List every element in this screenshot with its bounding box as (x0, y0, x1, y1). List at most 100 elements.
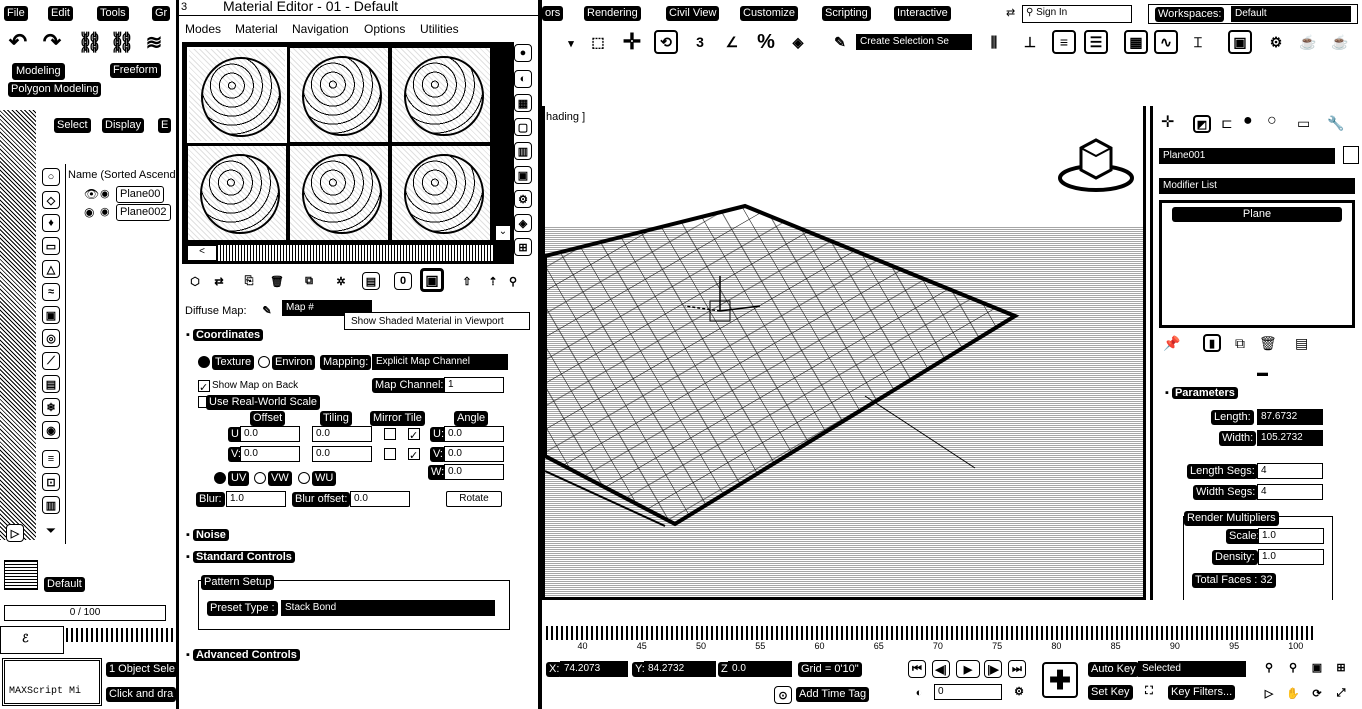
explorer-collapse-icon[interactable]: ▷ (6, 524, 24, 542)
menu-interactive[interactable]: Interactive (894, 6, 951, 21)
offset-v-spinner[interactable]: 0.0 (240, 446, 300, 462)
material-map-navigator-icon[interactable]: ⊞ (514, 238, 532, 256)
material-id-channel-icon[interactable]: 0 (394, 272, 412, 290)
zoom-extents-all-icon[interactable]: ⊞ (1332, 658, 1350, 676)
menu-rendering[interactable]: Rendering (584, 6, 641, 21)
filter-spacewarps-icon[interactable]: ≈ (42, 283, 60, 301)
create-tab-icon[interactable]: ✛ (1161, 115, 1174, 131)
filter-cameras-icon[interactable]: ▭ (42, 237, 60, 255)
filter-xrefs-icon[interactable]: ◎ (42, 329, 60, 347)
layer-explorer-icon[interactable]: ≡ (1052, 30, 1076, 54)
rotate-button[interactable]: Rotate (446, 491, 502, 507)
align-icon[interactable]: ⊥ (1018, 30, 1042, 54)
assign-to-selection-icon[interactable]: ⎘ (240, 272, 258, 290)
uv-radio[interactable] (214, 472, 226, 484)
timeline[interactable]: 40 45 50 55 60 65 70 75 80 85 90 95 100 (542, 626, 1320, 651)
toolbar-dropdown-icon[interactable]: ▾ (562, 34, 580, 52)
key-mode-icon[interactable]: ◐ (910, 684, 928, 702)
pick-material-eyedropper-icon[interactable]: ✎ (258, 301, 276, 319)
frame-slider-field[interactable]: 0 / 100 (4, 605, 166, 621)
put-to-library-icon[interactable]: ▤ (362, 272, 380, 290)
get-material-icon[interactable]: ⬡ (186, 272, 204, 290)
explorer-item-label[interactable]: Plane002 (116, 204, 171, 221)
menu-scripting[interactable]: Scripting (822, 6, 871, 21)
percent-snap-icon[interactable]: % (754, 30, 778, 54)
key-filters-button[interactable]: Key Filters... (1168, 685, 1236, 700)
rendered-frame-icon[interactable]: ☕ (1296, 30, 1320, 54)
layer-default-label[interactable]: Default (44, 577, 85, 592)
angle-v-spinner[interactable]: 0.0 (444, 446, 504, 462)
menu-edit[interactable]: Edit (48, 6, 73, 21)
vw-radio[interactable] (254, 472, 266, 484)
overflow-arrow-icon[interactable]: ⇄ (1006, 6, 1015, 20)
snap-3d-icon[interactable]: 3 (688, 30, 712, 54)
sample-uv-tiling-icon[interactable]: ▢ (514, 118, 532, 136)
display-tab-icon[interactable]: ○ (1267, 113, 1277, 129)
ribbon-toggle-icon[interactable]: ☰ (1084, 30, 1108, 54)
explorer-column-header[interactable]: Name (Sorted Ascend (68, 168, 176, 182)
edit-named-selection-icon[interactable]: ✎ (828, 30, 852, 54)
me-menu-navigation[interactable]: Navigation (292, 22, 349, 36)
go-forward-sibling-icon[interactable]: ⚲ (504, 272, 522, 290)
scale-spinner[interactable]: 1.0 (1258, 528, 1324, 544)
make-preview-icon[interactable]: ▣ (514, 166, 532, 184)
sample-type-sphere-icon[interactable]: ● (514, 44, 532, 62)
width-segs-spinner[interactable]: 4 (1257, 484, 1323, 500)
display-influences-icon[interactable]: ▥ (42, 496, 60, 514)
z-coordinate-field[interactable]: 0.0 (728, 661, 792, 677)
zoom-icon[interactable]: ⚲ (1260, 658, 1278, 676)
menu-group[interactable]: Gr (152, 6, 171, 21)
blur-offset-spinner[interactable]: 0.0 (350, 491, 410, 507)
sample-slot-6[interactable] (391, 145, 491, 241)
filter-bones-icon[interactable]: ⟋ (42, 352, 60, 370)
blur-spinner[interactable]: 1.0 (226, 491, 286, 507)
menu-civil-view[interactable]: Civil View (666, 6, 720, 21)
tiling-v-spinner[interactable]: 0.0 (312, 446, 372, 462)
configure-sets-icon[interactable]: ▤ (1295, 336, 1308, 350)
divider-handle-icon[interactable]: ▬ (1257, 366, 1268, 380)
length-spinner[interactable]: 87.6732 (1257, 409, 1323, 425)
tiling-u-spinner[interactable]: 0.0 (312, 426, 372, 442)
menu-colors[interactable]: ors (542, 6, 564, 21)
filter-groups-icon[interactable]: ▣ (42, 306, 60, 324)
named-selection-dropdown[interactable]: Create Selection Se (856, 34, 972, 50)
explorer-tab-select[interactable]: Select (54, 118, 91, 133)
plane-object[interactable] (545, 203, 1020, 527)
key-filter-icon[interactable]: ⛶ (1140, 682, 1158, 700)
slot-scrollbar-h[interactable] (217, 245, 493, 261)
key-selection-dropdown[interactable]: Selected (1138, 661, 1246, 677)
add-time-tag-label[interactable]: Add Time Tag (796, 687, 870, 702)
hierarchy-tab-icon[interactable]: ⊏ (1221, 116, 1233, 130)
unlink-icon[interactable]: ⛓ (109, 30, 135, 54)
me-menu-options[interactable]: Options (364, 22, 405, 36)
sample-slot-3[interactable] (391, 47, 491, 143)
curve-editor-icon[interactable]: ∿ (1154, 30, 1178, 54)
explorer-row-2[interactable]: ◉ ◉ Plane002 (84, 204, 178, 221)
time-tag-icon[interactable]: ⊙ (774, 686, 792, 704)
modifier-list-dropdown[interactable]: Modifier List (1159, 178, 1355, 194)
make-unique-stack-icon[interactable]: ⧉ (1235, 336, 1245, 350)
mapping-dropdown[interactable]: Explicit Map Channel (372, 354, 508, 370)
angle-snap-icon[interactable]: ∠ (720, 30, 744, 54)
time-config-icon[interactable]: ⚙ (1010, 682, 1028, 700)
set-key-button[interactable]: Set Key (1088, 685, 1133, 700)
coordinates-rollout-header[interactable]: ▪ Coordinates (186, 328, 264, 342)
redo-icon[interactable]: ↷ (40, 29, 64, 54)
mirror-v-checkbox[interactable] (384, 448, 396, 460)
zoom-extents-icon[interactable]: ▣ (1308, 658, 1326, 676)
advanced-controls-rollout-header[interactable]: ▪ Advanced Controls (186, 648, 300, 662)
make-unique-icon[interactable]: ✲ (332, 272, 350, 290)
go-to-end-icon[interactable]: ⏭ (1008, 660, 1026, 678)
render-toggle-icon[interactable]: ◉ (100, 187, 110, 200)
backlight-icon[interactable]: ◐ (514, 70, 532, 88)
ribbon-polygon-modeling[interactable]: Polygon Modeling (8, 82, 102, 97)
move-icon[interactable]: ✛ (620, 29, 644, 54)
utilities-tab-icon[interactable]: ▭ (1297, 116, 1310, 130)
environ-radio[interactable] (258, 356, 270, 368)
object-color-swatch[interactable] (1343, 146, 1359, 164)
current-frame-field[interactable]: 0 (934, 684, 1002, 700)
maxscript-listener[interactable]: MAXScript Mi (2, 658, 102, 706)
me-menu-modes[interactable]: Modes (185, 22, 221, 36)
display-list-icon[interactable]: ≡ (42, 450, 60, 468)
orbit-icon[interactable]: ⟳ (1308, 684, 1326, 702)
